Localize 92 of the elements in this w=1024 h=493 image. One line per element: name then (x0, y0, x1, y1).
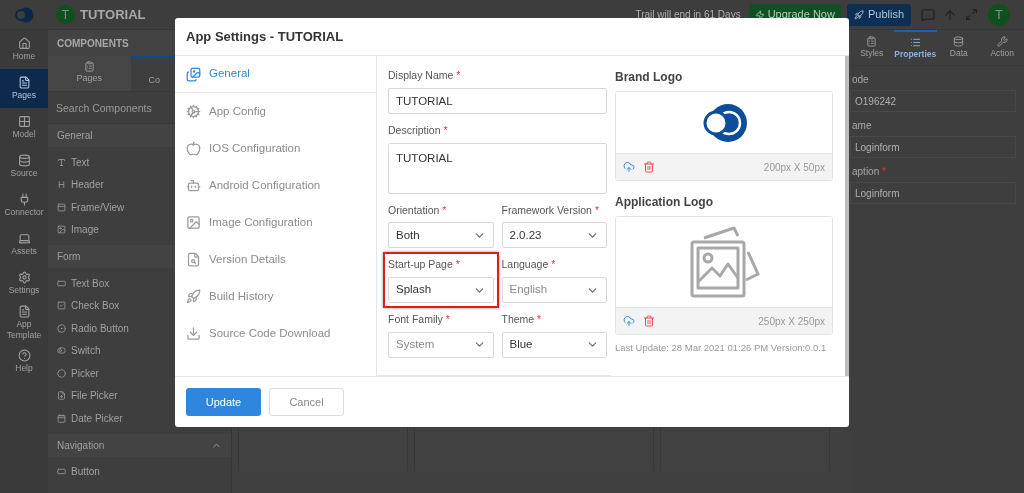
last-update-text: Last Update: 28 Mar 2021 01:26 PM Version:0.0.1 (615, 341, 828, 355)
component-icon (57, 301, 66, 311)
upload-icon[interactable] (623, 315, 635, 327)
component-icon (57, 368, 66, 378)
nav-icon (186, 104, 201, 119)
cancel-button[interactable]: Cancel (269, 388, 344, 416)
section-header[interactable]: Navigation (48, 433, 231, 457)
tab-icon (909, 36, 921, 48)
nav-rail-item[interactable]: Help (0, 342, 48, 381)
select-field[interactable]: 2.0.23 (501, 222, 607, 249)
trash-icon[interactable] (643, 161, 655, 173)
component-icon (57, 391, 66, 401)
nav-rail-item[interactable]: Pages (0, 69, 48, 108)
nav-icon (17, 304, 31, 318)
nav-rail-item[interactable]: Assets (0, 225, 48, 264)
nav-icon (17, 349, 31, 362)
nav-icon (17, 37, 31, 50)
section-title: Application Logo (615, 194, 714, 211)
component-icon (57, 225, 66, 235)
field-label: Font Family * (388, 312, 451, 327)
update-button[interactable]: Update (186, 388, 261, 416)
nav-rail-item[interactable]: Model (0, 108, 48, 147)
component-item[interactable]: Button (48, 460, 231, 483)
clipboard-icon (83, 61, 95, 73)
nav-icon (17, 76, 31, 89)
component-icon (57, 202, 66, 212)
section-title: Brand Logo (615, 69, 684, 86)
tab-icon (866, 35, 878, 47)
nav-rail-item[interactable]: Settings (0, 264, 48, 303)
field-label: Display Name * (388, 68, 462, 83)
field-label: ame (851, 119, 873, 133)
field-label: ode (851, 73, 870, 87)
nav-icon (186, 252, 201, 267)
component-icon (57, 278, 66, 288)
text-field[interactable]: Loginform (850, 182, 1016, 204)
component-item[interactable]: Picker (48, 362, 231, 385)
rocket-icon (853, 9, 864, 20)
nav-icon (17, 154, 31, 167)
nav-icon (186, 326, 201, 341)
nav-rail-item[interactable]: Connector (0, 186, 48, 225)
component-icon (57, 157, 66, 167)
select-field[interactable]: Both (388, 222, 494, 249)
nav-icon (186, 289, 201, 304)
field-label: Start-up Page * (388, 257, 461, 273)
upload-icon[interactable] (623, 161, 635, 173)
field-label: Framework Version * (501, 202, 600, 218)
field-label: Theme * (501, 312, 543, 327)
app-name: TUTORIAL (80, 5, 146, 24)
nav-icon (17, 271, 31, 284)
trash-icon[interactable] (643, 315, 655, 327)
text-field[interactable]: O196242 (850, 90, 1016, 112)
field-label: Orientation * (388, 202, 448, 218)
size-hint: 200px X 50px (763, 160, 825, 175)
nav-rail-item[interactable]: App Template (0, 303, 48, 342)
component-icon (57, 413, 66, 423)
component-icon (57, 467, 66, 477)
nav-icon (186, 178, 201, 193)
description-field[interactable]: TUTORIAL (388, 142, 607, 194)
tab-icon (996, 35, 1008, 47)
field-label: Description * (388, 122, 449, 138)
app-logo-icon (13, 6, 35, 23)
comment-icon[interactable] (921, 7, 935, 22)
nav-rail-item[interactable]: Home (0, 30, 48, 69)
expand-icon[interactable] (965, 8, 978, 21)
bolt-icon (754, 9, 765, 20)
nav-icon (186, 215, 201, 230)
nav-icon (186, 66, 201, 82)
component-icon (57, 180, 66, 190)
panel-tab[interactable]: Action (980, 30, 1024, 65)
panel-tab[interactable]: Data (937, 30, 981, 65)
user-avatar[interactable]: T (988, 3, 1010, 26)
select-field[interactable]: Blue (501, 331, 607, 358)
app-avatar: T (56, 5, 75, 24)
nav-rail-item[interactable]: Source (0, 147, 48, 186)
display-name-field[interactable]: TUTORIAL (388, 87, 607, 114)
panel-tab[interactable]: Properties (893, 30, 937, 65)
component-icon (57, 323, 66, 333)
settings-nav-item[interactable]: Build History (175, 278, 376, 315)
nav-icon (186, 141, 201, 156)
trial-notice: Trail will end in 61 Days (635, 8, 741, 22)
publish-button[interactable]: Publish (846, 3, 911, 26)
size-hint: 250px X 250px (758, 314, 825, 329)
nav-icon (17, 232, 31, 245)
component-icon (57, 346, 66, 356)
nav-icon (17, 115, 31, 128)
panel-tab[interactable]: Styles (850, 30, 894, 65)
field-label: aption * (851, 165, 887, 179)
select-field[interactable]: Splash (388, 277, 494, 303)
tab-icon (953, 35, 965, 47)
field-label: Language * (501, 257, 557, 273)
panel-tab[interactable]: Pages (48, 56, 131, 91)
text-field[interactable]: Loginform (850, 136, 1016, 158)
